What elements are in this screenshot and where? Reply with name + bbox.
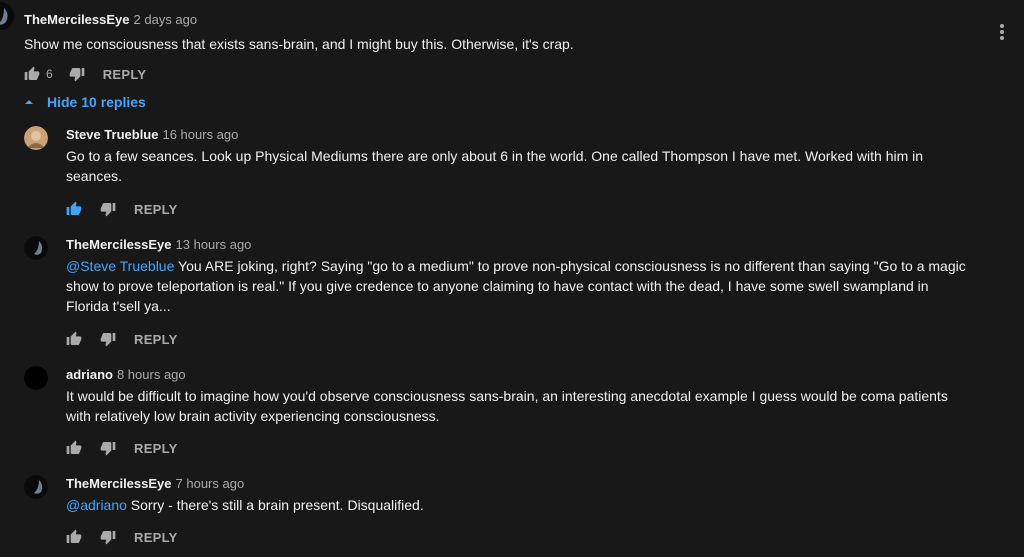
comment-thread: TheMercilessEye 2 days ago Show me consci… <box>0 0 1024 557</box>
dislike-button[interactable] <box>96 525 120 549</box>
thumb-up-icon <box>24 66 40 80</box>
comment-actions: REPLY <box>62 436 178 460</box>
like-button[interactable] <box>62 436 86 460</box>
comment-actions: REPLY <box>62 327 178 351</box>
thumb-down-icon <box>100 442 116 456</box>
comment-author[interactable]: TheMercilessEye <box>24 12 130 27</box>
dislike-button[interactable] <box>96 197 120 221</box>
comment-author[interactable]: TheMercilessEye <box>66 237 172 252</box>
reply-button[interactable]: REPLY <box>134 332 178 347</box>
comment-timestamp[interactable]: 13 hours ago <box>176 237 252 252</box>
mention-link[interactable]: @Steve Trueblue <box>66 258 174 274</box>
comment-text: Go to a few seances. Look up Physical Me… <box>66 148 924 184</box>
thumb-down-icon <box>100 531 116 545</box>
comment-text-body: Sorry - there's still a brain present. D… <box>126 497 424 513</box>
toggle-replies-label: Hide 10 replies <box>47 94 146 110</box>
mention-link[interactable]: @adriano <box>66 497 127 513</box>
thumb-up-icon <box>66 331 82 345</box>
reply-button[interactable]: REPLY <box>134 530 178 545</box>
comment-timestamp[interactable]: 7 hours ago <box>176 476 245 491</box>
thumb-down-icon <box>100 203 116 217</box>
dislike-button[interactable] <box>65 62 89 86</box>
comment-text: Show me consciousness that exists sans-b… <box>24 36 574 52</box>
comment-author[interactable]: adriano <box>66 367 113 382</box>
comment-author[interactable]: TheMercilessEye <box>66 476 172 491</box>
thumb-down-icon <box>100 333 116 347</box>
avatar[interactable] <box>0 2 14 30</box>
comment-author[interactable]: Steve Trueblue <box>66 127 158 142</box>
reply-button[interactable]: REPLY <box>103 67 147 82</box>
like-button[interactable] <box>62 197 86 221</box>
comment-timestamp[interactable]: 2 days ago <box>134 12 198 27</box>
thumb-down-icon <box>69 68 85 82</box>
comment-timestamp[interactable]: 8 hours ago <box>117 367 186 382</box>
chevron-up-icon <box>25 100 33 104</box>
more-vert-icon[interactable] <box>996 22 1008 42</box>
like-button[interactable] <box>20 62 44 86</box>
avatar[interactable] <box>24 126 48 150</box>
comment-text-body: You ARE joking, right? Saying "go to a m… <box>66 258 966 314</box>
comment-text: It would be difficult to imagine how you… <box>66 388 948 424</box>
like-count: 6 <box>46 67 53 81</box>
avatar[interactable] <box>24 475 48 499</box>
comment-actions: REPLY <box>62 525 178 549</box>
dislike-button[interactable] <box>96 327 120 351</box>
like-button[interactable] <box>62 525 86 549</box>
like-button[interactable] <box>62 327 86 351</box>
comment-actions: 6 REPLY <box>20 62 146 86</box>
avatar[interactable] <box>24 366 48 390</box>
thumb-up-icon <box>66 201 82 215</box>
thumb-up-icon <box>66 529 82 543</box>
comment-text: @adriano Sorry - there's still a brain p… <box>66 495 966 515</box>
dislike-button[interactable] <box>96 436 120 460</box>
toggle-replies-button[interactable]: Hide 10 replies <box>22 94 146 110</box>
avatar[interactable] <box>24 236 48 260</box>
comment-timestamp[interactable]: 16 hours ago <box>162 127 238 142</box>
comment-text: @Steve Trueblue You ARE joking, right? S… <box>66 256 966 316</box>
comment-actions: REPLY <box>62 197 178 221</box>
reply-button[interactable]: REPLY <box>134 441 178 456</box>
reply-button[interactable]: REPLY <box>134 202 178 217</box>
thumb-up-icon <box>66 440 82 454</box>
